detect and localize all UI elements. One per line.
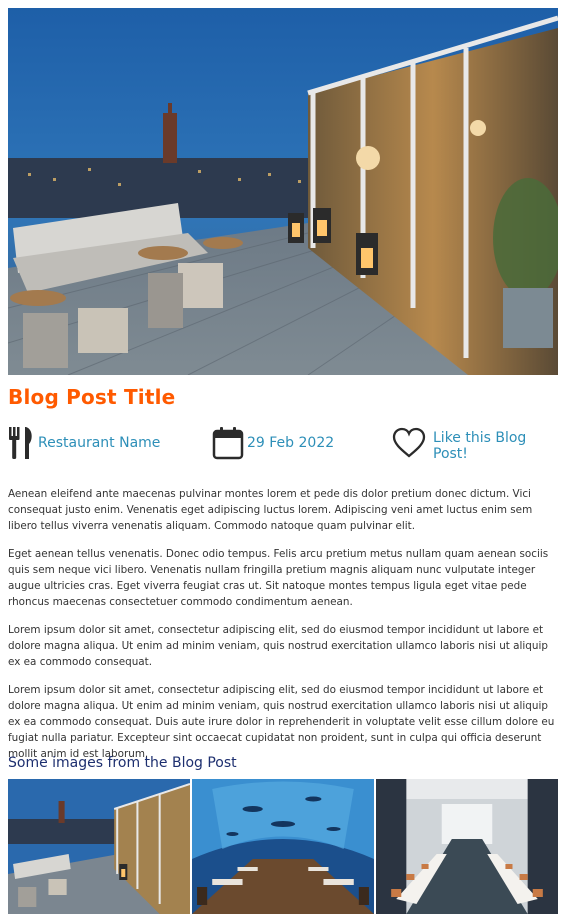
calendar-icon — [212, 426, 244, 460]
paragraph: Lorem ipsum dolor sit amet, consectetur … — [8, 624, 548, 668]
restaurant-meta: Restaurant Name — [8, 423, 160, 463]
fork-knife-icon — [8, 426, 35, 460]
like-meta[interactable]: Like this Blog Post! — [392, 423, 558, 463]
page-title: Blog Post Title — [8, 385, 176, 409]
post-body: Aenean eleifend ante maecenas pulvinar m… — [8, 486, 558, 774]
restaurant-link[interactable]: Restaurant Name — [38, 435, 160, 451]
heart-icon[interactable] — [392, 427, 426, 459]
image-gallery — [8, 779, 558, 914]
gallery-image-aquarium[interactable] — [192, 779, 374, 914]
paragraph: Eget aenean tellus venenatis. Donec odio… — [8, 548, 549, 608]
date-meta: 29 Feb 2022 — [212, 423, 334, 463]
like-link[interactable]: Like this Blog Post! — [433, 430, 558, 462]
post-meta: Restaurant Name 29 Feb 2022 Like this Bl… — [8, 423, 558, 463]
paragraph: Aenean eleifend ante maecenas pulvinar m… — [8, 488, 533, 532]
paragraph: Lorem ipsum dolor sit amet, consectetur … — [8, 684, 555, 760]
post-date: 29 Feb 2022 — [247, 435, 335, 451]
hero-image — [8, 8, 558, 375]
gallery-image-dining-room[interactable] — [376, 779, 558, 914]
gallery-image-rooftop[interactable] — [8, 779, 190, 914]
gallery-heading: Some images from the Blog Post — [8, 755, 237, 771]
